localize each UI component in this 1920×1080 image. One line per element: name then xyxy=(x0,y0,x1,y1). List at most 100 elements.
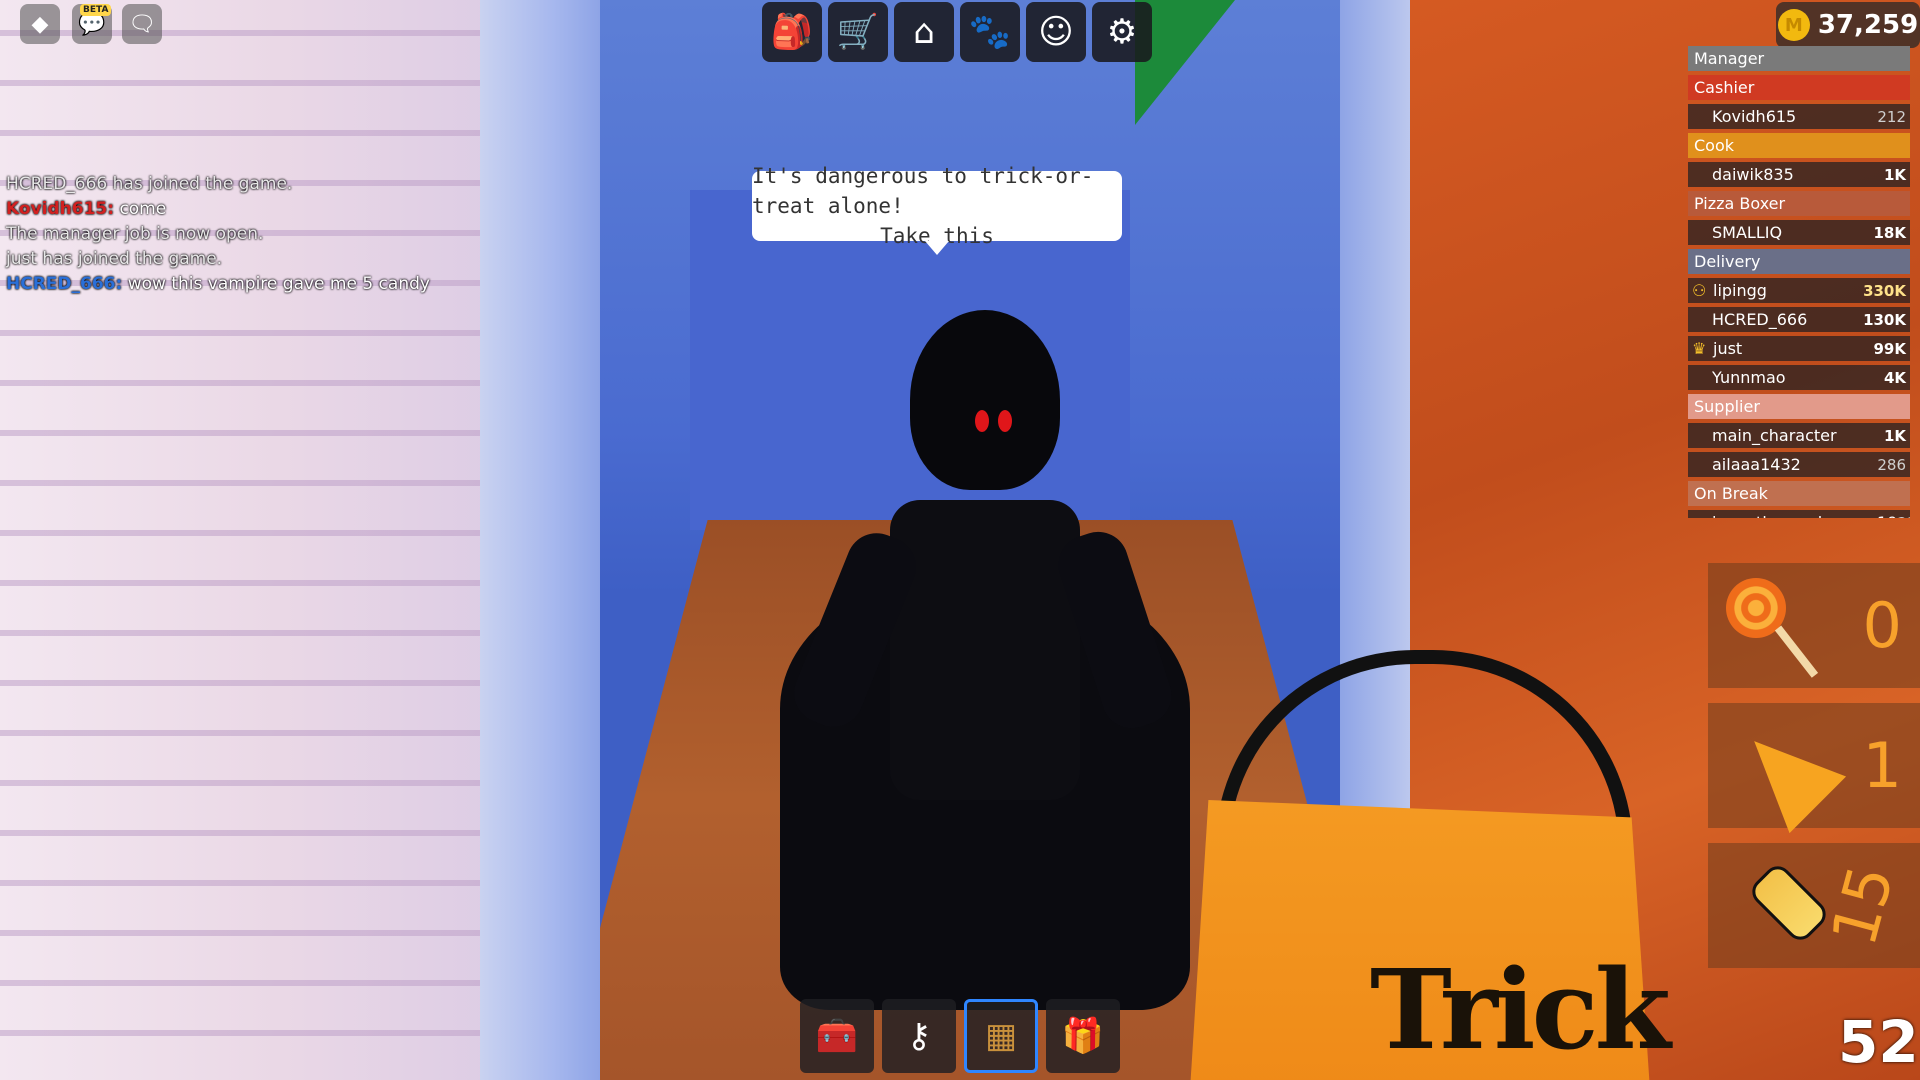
basket-label: Trick xyxy=(1370,945,1671,1074)
team-header-manager[interactable]: Manager xyxy=(1688,46,1910,71)
npc-torso xyxy=(890,500,1080,800)
door-frame-left xyxy=(480,0,600,1080)
candy-bag-icon: 🎁 xyxy=(1061,1016,1105,1056)
team-label: Cook xyxy=(1694,136,1735,155)
coin-value: 37,259 xyxy=(1817,10,1919,40)
gear-icon: ⚙ xyxy=(1106,12,1138,52)
bubble-line-2: Take this xyxy=(880,224,994,248)
wrapped-candy-count: 15 xyxy=(1817,857,1909,954)
voice-chat-icon: 🗨 xyxy=(128,11,156,37)
home-button[interactable]: ⌂ xyxy=(894,2,954,62)
player-name: main_character xyxy=(1712,426,1837,445)
hotbar-slot-candy-bag[interactable]: 🎁 xyxy=(1046,999,1120,1073)
team-header-delivery[interactable]: Delivery xyxy=(1688,249,1910,274)
vampire-npc[interactable] xyxy=(760,300,1210,1020)
team-label: Delivery xyxy=(1694,252,1761,271)
tool-hotbar: 🧰 ⚷ ▦ 🎁 xyxy=(800,999,1120,1073)
backpack-button[interactable]: 🎒 xyxy=(762,2,822,62)
player-row[interactable]: main_character 1K xyxy=(1688,423,1910,448)
player-row[interactable]: jennythegoodperson19212 xyxy=(1688,510,1910,518)
npc-eye-right xyxy=(998,410,1012,432)
team-header-pizza-boxer[interactable]: Pizza Boxer xyxy=(1688,191,1910,216)
team-header-on-break[interactable]: On Break xyxy=(1688,481,1910,506)
player-name: just xyxy=(1713,339,1743,358)
chat-message: HCRED_666 has joined the game. xyxy=(6,172,476,197)
team-header-cashier[interactable]: Cashier xyxy=(1688,75,1910,100)
player-name: lipingg xyxy=(1713,281,1767,300)
npc-eye-left xyxy=(975,410,989,432)
shopping-cart-icon: 🛒 xyxy=(836,12,880,52)
beta-badge: BETA xyxy=(80,4,112,16)
player-row[interactable]: HCRED_666 130K xyxy=(1688,307,1910,332)
backpack-icon: 🎒 xyxy=(770,12,814,52)
player-row[interactable]: ⚇ lipingg 330K xyxy=(1688,278,1910,303)
hotbar-slot-key[interactable]: ⚷ xyxy=(882,999,956,1073)
pets-button[interactable]: 🐾 xyxy=(960,2,1020,62)
roblox-logo-icon: ◆ xyxy=(31,11,49,37)
coin-balance: M 37,259 xyxy=(1776,2,1920,48)
hotbar-slot-map[interactable]: ▦ xyxy=(964,999,1038,1073)
npc-head xyxy=(910,310,1060,490)
lollipop-icon xyxy=(1726,578,1819,678)
player-score: 99K xyxy=(1873,339,1907,358)
chat-text: HCRED_666 has joined the game. xyxy=(6,174,293,194)
player-name: HCRED_666 xyxy=(1712,310,1808,329)
wrapped-candy-counter: 15 xyxy=(1708,843,1920,968)
player-name: Yunnmao xyxy=(1712,368,1786,387)
chat-button[interactable]: 💬 BETA xyxy=(72,4,112,44)
player-score: 1K xyxy=(1883,426,1906,445)
roblox-menu-button[interactable]: ◆ xyxy=(20,4,60,44)
smiley-icon: ☺ xyxy=(1038,12,1074,52)
brick-wall-left xyxy=(0,0,560,1080)
key-icon: ⚷ xyxy=(906,1016,932,1056)
lollipop-counter: 0 xyxy=(1708,563,1920,688)
emotes-button[interactable]: ☺ xyxy=(1026,2,1086,62)
player-row[interactable]: Kovidh615 212 xyxy=(1688,104,1910,129)
voice-chat-button[interactable]: 🗨 xyxy=(122,4,162,44)
player-row[interactable]: daiwik835 1K xyxy=(1688,162,1910,187)
settings-button[interactable]: ⚙ xyxy=(1092,2,1152,62)
chat-text: come xyxy=(119,199,167,219)
player-name: daiwik835 xyxy=(1712,165,1794,184)
treasure-map-icon: ▦ xyxy=(984,1016,1018,1056)
team-label: Pizza Boxer xyxy=(1694,194,1786,213)
shop-button[interactable]: 🛒 xyxy=(828,2,888,62)
player-name: jennythegoodperson19 xyxy=(1712,513,1897,518)
chat-username[interactable]: Kovidh615: xyxy=(6,199,114,219)
toolbox-icon: 🧰 xyxy=(815,1016,859,1056)
lollipop-count: 0 xyxy=(1862,589,1902,662)
player-score: 1K xyxy=(1883,165,1906,184)
team-header-supplier[interactable]: Supplier xyxy=(1688,394,1910,419)
team-label: On Break xyxy=(1694,484,1768,503)
team-label: Supplier xyxy=(1694,397,1760,416)
player-score: 18K xyxy=(1873,223,1907,242)
hotbar-slot-toolbox[interactable]: 🧰 xyxy=(800,999,874,1073)
player-row[interactable]: ♛ just 99K xyxy=(1688,336,1910,361)
candy-corn-count: 1 xyxy=(1862,729,1902,802)
chat-text: just has joined the game. xyxy=(6,249,223,269)
chat-message: The manager job is now open. xyxy=(6,222,476,247)
player-row[interactable]: SMALLIQ 18K xyxy=(1688,220,1910,245)
top-menu-bar: 🎒 🛒 ⌂ 🐾 ☺ ⚙ xyxy=(762,2,1152,62)
player-row[interactable]: ailaaa1432 286 xyxy=(1688,452,1910,477)
player-score: 212 xyxy=(1897,514,1910,519)
team-label: Manager xyxy=(1694,49,1765,68)
chat-log: HCRED_666 has joined the game. Kovidh615… xyxy=(6,172,476,297)
player-name: SMALLIQ xyxy=(1712,223,1783,242)
chat-username[interactable]: HCRED_666: xyxy=(6,274,122,294)
player-name: ailaaa1432 xyxy=(1712,455,1801,474)
player-row[interactable]: Yunnmao 4K xyxy=(1688,365,1910,390)
chat-message: HCRED_666: wow this vampire gave me 5 ca… xyxy=(6,272,476,297)
team-header-cook[interactable]: Cook xyxy=(1688,133,1910,158)
player-leaderboard[interactable]: Manager Cashier Kovidh615 212 Cook daiwik… xyxy=(1688,46,1910,518)
player-score: 212 xyxy=(1877,107,1906,126)
player-score: 330K xyxy=(1863,281,1906,300)
chat-text: wow this vampire gave me 5 candy xyxy=(127,274,430,294)
home-icon: ⌂ xyxy=(913,12,935,52)
npc-speech-bubble: It's dangerous to trick-or-treat alone! … xyxy=(752,164,1122,255)
coin-icon: M xyxy=(1777,9,1810,41)
candy-corn-counter: 1 xyxy=(1708,703,1920,834)
bubble-line-1: It's dangerous to trick-or-treat alone! xyxy=(752,164,1094,218)
player-name: Kovidh615 xyxy=(1712,107,1797,126)
friend-icon: ⚇ xyxy=(1692,281,1707,300)
